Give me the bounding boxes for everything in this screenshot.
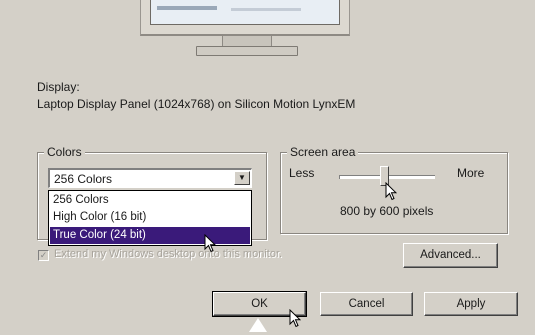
advanced-button[interactable]: Advanced... [403, 243, 498, 268]
display-device-name: Laptop Display Panel (1024x768) on Silic… [37, 97, 356, 111]
screen-area-group-label: Screen area [287, 145, 359, 159]
slider-more-label: More [457, 166, 485, 180]
colors-option-16bit[interactable]: High Color (16 bit) [50, 209, 250, 226]
preview-taskbar [157, 6, 217, 10]
apply-button-label: Apply [456, 298, 486, 310]
combo-dropdown-button[interactable]: ▼ [234, 171, 250, 185]
colors-combobox[interactable]: 256 Colors ▼ [48, 168, 252, 188]
colors-option-24bit[interactable]: True Color (24 bit) [50, 227, 250, 244]
colors-combobox-value: 256 Colors [54, 172, 113, 186]
callout-pointer-icon [249, 318, 267, 335]
slider-less-label: Less [289, 166, 315, 180]
apply-button[interactable]: Apply [424, 292, 518, 316]
monitor-neck [222, 36, 272, 46]
colors-option-256[interactable]: 256 Colors [50, 192, 250, 209]
arrow-cursor-icon [204, 234, 216, 253]
colors-group-label: Colors [44, 145, 85, 159]
extend-desktop-label: Extend my Windows desktop onto this moni… [54, 248, 283, 260]
advanced-button-label: Advanced... [420, 249, 481, 261]
chevron-down-icon: ▼ [238, 173, 246, 182]
arrow-cursor-icon [385, 182, 397, 201]
monitor-stand [196, 46, 298, 56]
preview-window [231, 8, 301, 11]
monitor-preview-screen [150, 0, 340, 25]
display-label: Display: [37, 80, 80, 94]
resolution-text: 800 by 600 pixels [340, 204, 434, 218]
ok-button-label: OK [251, 298, 268, 310]
colors-dropdown-list: 256 Colors High Color (16 bit) True Colo… [48, 190, 252, 246]
arrow-cursor-icon [289, 309, 301, 328]
extend-desktop-checkbox[interactable]: ✓ [38, 250, 49, 261]
cancel-button-label: Cancel [348, 298, 385, 310]
cancel-button[interactable]: Cancel [320, 292, 413, 316]
